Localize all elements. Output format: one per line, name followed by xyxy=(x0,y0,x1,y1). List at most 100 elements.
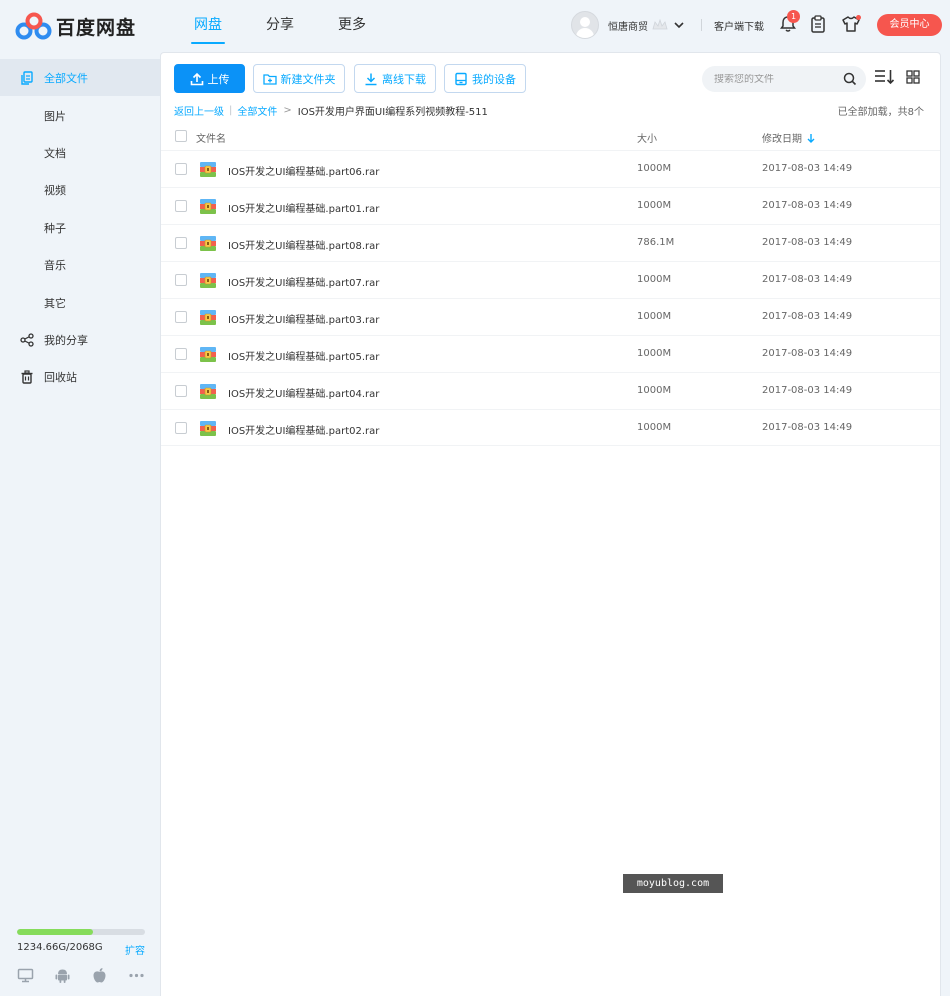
column-header-date[interactable]: 修改日期 xyxy=(762,130,815,145)
device-icon xyxy=(455,72,467,85)
expand-storage-link[interactable]: 扩容 xyxy=(125,942,145,957)
skin-new-dot xyxy=(856,15,861,20)
sidebar-item-label: 其它 xyxy=(44,296,66,310)
new-folder-icon xyxy=(262,73,277,85)
user-menu[interactable]: 恒唐商贸 xyxy=(571,11,684,39)
file-date: 2017-08-03 14:49 xyxy=(762,274,853,285)
sidebar-item-label: 音乐 xyxy=(44,258,66,272)
file-name[interactable]: IOS开发之UI编程基础.part07.rar xyxy=(228,274,379,289)
vip-center-button[interactable]: 会员中心 xyxy=(877,14,942,36)
row-checkbox[interactable] xyxy=(175,200,187,212)
file-size: 1000M xyxy=(637,311,672,322)
table-row[interactable]: IOS开发之UI编程基础.part06.rar 1000M 2017-08-03 1… xyxy=(161,150,940,187)
breadcrumb-current: IOS开发用户界面UI编程系列视频教程-511 xyxy=(297,107,488,118)
sidebar-item-label: 文档 xyxy=(44,146,66,160)
share-icon xyxy=(20,332,34,347)
file-size: 1000M xyxy=(637,163,672,174)
file-date: 2017-08-03 14:49 xyxy=(762,311,853,322)
file-size: 1000M xyxy=(637,385,672,396)
username[interactable]: 恒唐商贸 xyxy=(608,18,648,33)
breadcrumb-all-files[interactable]: 全部文件 xyxy=(237,103,277,118)
sidebar-item-recycle-bin[interactable]: 回收站 xyxy=(0,358,160,395)
file-date: 2017-08-03 14:49 xyxy=(762,200,853,211)
clipboard-icon[interactable] xyxy=(810,15,826,33)
column-header-size[interactable]: 大小 xyxy=(637,130,657,145)
my-devices-label: 我的设备 xyxy=(472,72,516,86)
row-checkbox[interactable] xyxy=(175,385,187,397)
nav-more[interactable]: 更多 xyxy=(316,0,388,52)
sidebar-item-my-share[interactable]: 我的分享 xyxy=(0,321,160,358)
file-size: 1000M xyxy=(637,200,672,211)
sidebar: 全部文件 图片 文档 视频 种子 音乐 其它 我的分享 回收站 1234.66G… xyxy=(0,52,160,996)
sidebar-item-music[interactable]: 音乐 xyxy=(0,246,160,283)
file-name[interactable]: IOS开发之UI编程基础.part01.rar xyxy=(228,200,379,215)
sidebar-item-documents[interactable]: 文档 xyxy=(0,134,160,171)
select-all-checkbox[interactable] xyxy=(175,130,187,142)
sidebar-item-torrents[interactable]: 种子 xyxy=(0,209,160,246)
chevron-down-icon[interactable] xyxy=(674,21,684,29)
new-folder-button[interactable]: 新建文件夹 xyxy=(253,64,345,93)
file-name[interactable]: IOS开发之UI编程基础.part06.rar xyxy=(228,163,379,178)
search-input[interactable] xyxy=(714,73,844,85)
file-name[interactable]: IOS开发之UI编程基础.part04.rar xyxy=(228,385,379,400)
table-row[interactable]: IOS开发之UI编程基础.part08.rar 786.1M 2017-08-03 … xyxy=(161,224,940,261)
column-header-date-label: 修改日期 xyxy=(762,134,802,145)
file-name[interactable]: IOS开发之UI编程基础.part02.rar xyxy=(228,422,379,437)
more-icon[interactable] xyxy=(128,967,145,984)
table-row[interactable]: IOS开发之UI编程基础.part04.rar 1000M 2017-08-03 1… xyxy=(161,372,940,409)
rar-file-icon xyxy=(200,421,216,436)
row-checkbox[interactable] xyxy=(175,274,187,286)
row-checkbox[interactable] xyxy=(175,163,187,175)
client-download-link[interactable]: 客户端下载 xyxy=(714,18,764,33)
file-name[interactable]: IOS开发之UI编程基础.part05.rar xyxy=(228,348,379,363)
sidebar-item-label: 全部文件 xyxy=(44,71,88,85)
back-link[interactable]: 返回上一级 xyxy=(174,103,224,118)
table-row[interactable]: IOS开发之UI编程基础.part01.rar 1000M 2017-08-03 1… xyxy=(161,187,940,224)
table-row[interactable]: IOS开发之UI编程基础.part05.rar 1000M 2017-08-03 1… xyxy=(161,335,940,372)
file-name[interactable]: IOS开发之UI编程基础.part08.rar xyxy=(228,237,379,252)
upload-button[interactable]: 上传 xyxy=(174,64,245,93)
file-date: 2017-08-03 14:49 xyxy=(762,163,853,174)
sidebar-item-label: 我的分享 xyxy=(44,333,88,347)
file-size: 1000M xyxy=(637,274,672,285)
row-checkbox[interactable] xyxy=(175,348,187,360)
sidebar-item-label: 图片 xyxy=(44,109,66,123)
table-row[interactable]: IOS开发之UI编程基础.part07.rar 1000M 2017-08-03 1… xyxy=(161,261,940,298)
file-date: 2017-08-03 14:49 xyxy=(762,422,853,433)
sidebar-item-images[interactable]: 图片 xyxy=(0,97,160,134)
apple-icon[interactable] xyxy=(91,967,108,984)
offline-download-label: 离线下载 xyxy=(382,72,426,86)
sidebar-item-other[interactable]: 其它 xyxy=(0,284,160,321)
file-date: 2017-08-03 14:49 xyxy=(762,237,853,248)
row-checkbox[interactable] xyxy=(175,237,187,249)
loaded-count: 已全部加载，共8个 xyxy=(837,107,924,118)
nav-share[interactable]: 分享 xyxy=(244,0,316,52)
sidebar-item-videos[interactable]: 视频 xyxy=(0,171,160,208)
search-icon[interactable] xyxy=(843,72,857,86)
file-name[interactable]: IOS开发之UI编程基础.part03.rar xyxy=(228,311,379,326)
desktop-icon[interactable] xyxy=(17,967,34,984)
row-checkbox[interactable] xyxy=(175,311,187,323)
row-checkbox[interactable] xyxy=(175,422,187,434)
table-row[interactable]: IOS开发之UI编程基础.part02.rar 1000M 2017-08-03 1… xyxy=(161,409,940,446)
android-icon[interactable] xyxy=(54,967,71,984)
rar-file-icon xyxy=(200,310,216,325)
sidebar-item-all-files[interactable]: 全部文件 xyxy=(0,59,160,96)
upload-icon xyxy=(190,72,203,85)
breadcrumb-separator: | xyxy=(229,105,233,116)
offline-download-button[interactable]: 离线下载 xyxy=(354,64,436,93)
column-header-name[interactable]: 文件名 xyxy=(196,130,226,145)
storage-quota: 1234.66G/2068G 扩容 xyxy=(17,929,145,957)
my-devices-button[interactable]: 我的设备 xyxy=(444,64,526,93)
sidebar-item-label: 回收站 xyxy=(44,370,77,384)
rar-file-icon xyxy=(200,236,216,251)
vip-crown-icon xyxy=(652,19,668,30)
table-row[interactable]: IOS开发之UI编程基础.part03.rar 1000M 2017-08-03 1… xyxy=(161,298,940,335)
sort-icon[interactable] xyxy=(874,69,896,85)
rar-file-icon xyxy=(200,384,216,399)
avatar[interactable] xyxy=(571,11,599,39)
grid-view-icon[interactable] xyxy=(906,70,920,84)
logo[interactable]: 百度网盘 xyxy=(15,10,136,42)
nav-netdisk[interactable]: 网盘 xyxy=(172,0,244,52)
notification-badge: 1 xyxy=(787,10,800,23)
